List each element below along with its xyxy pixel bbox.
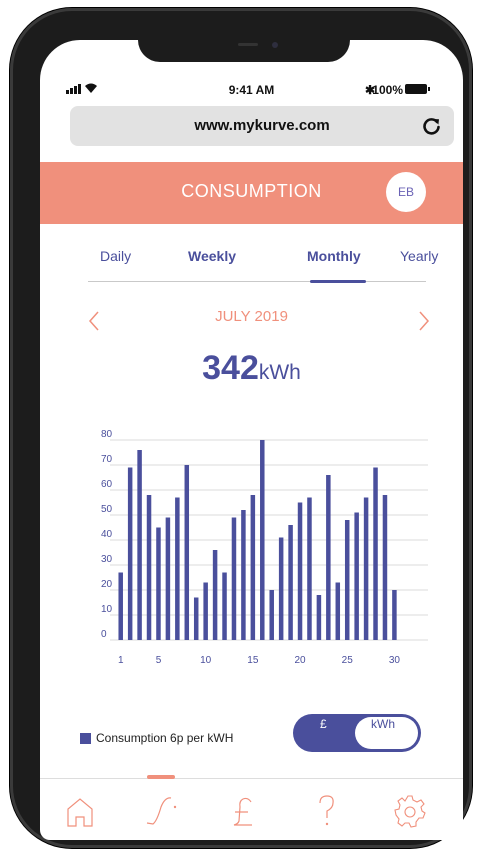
pound-icon[interactable] bbox=[226, 793, 262, 829]
y-tick-label: 80 bbox=[101, 429, 113, 440]
total-consumption: 342kWh bbox=[40, 349, 463, 388]
reload-icon[interactable] bbox=[422, 116, 442, 136]
status-bar: 9:41 AM ✱ 100% bbox=[40, 80, 463, 102]
chart-bar bbox=[137, 450, 142, 640]
chart-legend: Consumption 6p per kWH bbox=[80, 731, 233, 745]
toggle-option-kwh[interactable]: kWh bbox=[371, 717, 395, 731]
chart-bar bbox=[288, 525, 293, 640]
chart-bar bbox=[344, 520, 350, 640]
phone-frame: 9:41 AM ✱ 100% www.mykurve.com CONSUMPTI… bbox=[10, 8, 472, 848]
x-tick-label: 15 bbox=[247, 655, 259, 666]
phone-notch bbox=[138, 30, 350, 62]
app-header: CONSUMPTION EB bbox=[40, 162, 463, 224]
home-icon[interactable] bbox=[62, 793, 98, 829]
y-tick-label: 0 bbox=[101, 629, 107, 640]
chart-bar bbox=[127, 467, 133, 640]
y-tick-label: 20 bbox=[101, 579, 113, 590]
legend-swatch bbox=[80, 732, 91, 744]
chart-bar bbox=[392, 590, 397, 640]
active-tab-indicator bbox=[310, 280, 366, 283]
unit-toggle[interactable]: £ kWh bbox=[293, 714, 421, 752]
chart-bar bbox=[241, 510, 246, 640]
chart-bar bbox=[231, 517, 237, 640]
legend-label: Consumption 6p per kWH bbox=[96, 731, 234, 745]
avatar[interactable]: EB bbox=[386, 172, 426, 212]
toggle-option-gbp[interactable]: £ bbox=[320, 717, 327, 731]
chart-bar bbox=[165, 517, 171, 640]
x-tick-label: 1 bbox=[118, 655, 124, 666]
battery-icon bbox=[405, 84, 430, 94]
consumption-bar-chart: 010203040506070801 5 10 15 20 25 30 bbox=[101, 429, 428, 666]
chart-bar bbox=[118, 572, 123, 640]
chart-bar bbox=[184, 465, 190, 640]
total-unit: kWh bbox=[258, 361, 301, 384]
x-tick-label: 5 bbox=[156, 655, 162, 666]
chart-bar bbox=[203, 582, 208, 640]
y-tick-label: 50 bbox=[101, 504, 113, 515]
chart-bar bbox=[250, 495, 256, 640]
battery-percent: 100% bbox=[372, 83, 403, 97]
chart-bar bbox=[382, 495, 388, 640]
period-label: JULY 2019 bbox=[215, 308, 288, 325]
bottom-nav bbox=[40, 775, 463, 840]
total-value: 342 bbox=[202, 349, 259, 387]
chart-bar bbox=[156, 527, 161, 640]
chart-bar bbox=[354, 512, 359, 640]
chart-bar bbox=[146, 495, 152, 640]
front-camera bbox=[272, 42, 278, 48]
nav-active-indicator bbox=[147, 775, 175, 779]
tab-weekly[interactable]: Weekly bbox=[188, 248, 236, 264]
y-tick-label: 40 bbox=[101, 529, 113, 540]
chart-bar bbox=[175, 497, 180, 640]
chart-bar bbox=[326, 475, 331, 640]
x-tick-label: 10 bbox=[200, 655, 212, 666]
browser-url-bar[interactable]: www.mykurve.com bbox=[70, 106, 454, 146]
chevron-right-icon[interactable] bbox=[416, 310, 432, 332]
chart-bar bbox=[363, 497, 369, 640]
x-tick-label: 25 bbox=[342, 655, 354, 666]
chart-bar bbox=[212, 550, 218, 640]
x-tick-label: 20 bbox=[294, 655, 306, 666]
speaker-grille bbox=[238, 43, 258, 46]
chart-bar bbox=[307, 497, 312, 640]
url-text[interactable]: www.mykurve.com bbox=[70, 117, 454, 134]
period-tabs: Daily Weekly Monthly Yearly bbox=[88, 238, 438, 283]
y-tick-label: 60 bbox=[101, 479, 113, 490]
chart-bar bbox=[278, 537, 284, 640]
settings-icon[interactable] bbox=[392, 793, 428, 829]
chart-bar bbox=[297, 502, 303, 640]
help-icon[interactable] bbox=[308, 793, 344, 829]
consumption-graph-icon[interactable] bbox=[143, 793, 179, 829]
chart-bar bbox=[222, 572, 227, 640]
y-tick-label: 30 bbox=[101, 554, 113, 565]
tab-monthly[interactable]: Monthly bbox=[307, 248, 361, 264]
y-tick-label: 10 bbox=[101, 604, 113, 615]
y-tick-label: 70 bbox=[101, 454, 113, 465]
chart-bar bbox=[335, 582, 341, 640]
chart-bar bbox=[260, 440, 265, 640]
chart-bar bbox=[193, 597, 199, 640]
tab-daily[interactable]: Daily bbox=[100, 248, 131, 264]
phone-screen: 9:41 AM ✱ 100% www.mykurve.com CONSUMPTI… bbox=[40, 40, 463, 840]
chart-bar bbox=[316, 595, 322, 640]
tab-yearly[interactable]: Yearly bbox=[400, 248, 438, 264]
chart-bar bbox=[373, 467, 378, 640]
x-tick-label: 30 bbox=[389, 655, 401, 666]
chart-bar bbox=[269, 590, 274, 640]
